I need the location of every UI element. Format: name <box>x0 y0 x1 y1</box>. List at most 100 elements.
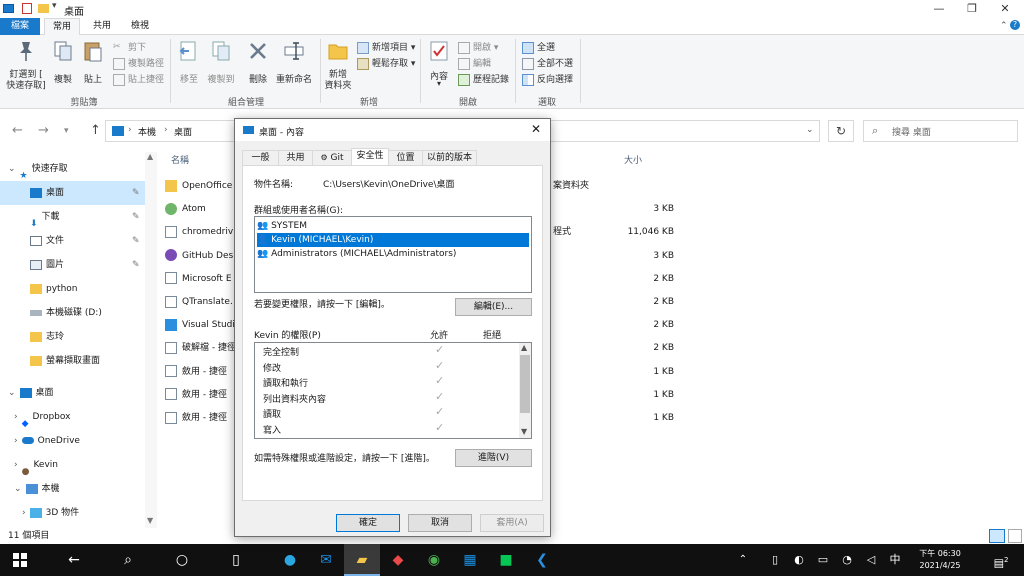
nav-desktop-quick[interactable]: 桌面 ✎ <box>0 181 155 205</box>
mail-icon[interactable]: ✉ <box>308 544 344 576</box>
copy-button[interactable]: 複製 <box>50 39 76 89</box>
history-button[interactable]: 歷程記錄 <box>458 72 509 86</box>
chrome-icon[interactable]: ◉ <box>416 544 452 576</box>
tab-sharing[interactable]: 共用 <box>278 150 313 165</box>
nav-kevin[interactable]: ›●Kevin <box>0 453 155 477</box>
move-to-button[interactable]: 移至 <box>176 39 202 89</box>
cancel-button[interactable]: 取消 <box>408 514 472 532</box>
tab-git[interactable]: ⚙ Git <box>312 150 352 165</box>
properties-button[interactable]: 內容 ▾ <box>426 39 452 93</box>
pin-quick-access-button[interactable]: 釘選到 [ 快速存取] <box>4 39 48 95</box>
copy-to-button[interactable]: 複製到 <box>205 39 237 89</box>
cortana-icon[interactable]: ○ <box>164 544 200 576</box>
edge-icon[interactable]: ● <box>272 544 308 576</box>
nav-zhiling[interactable]: 志玲 <box>0 325 155 349</box>
nav-onedrive[interactable]: › OneDrive <box>0 429 155 453</box>
vscode-icon[interactable]: ❮ <box>524 544 560 576</box>
tab-file[interactable]: 檔案 <box>0 18 40 35</box>
line-icon[interactable]: ■ <box>488 544 524 576</box>
select-all-button[interactable]: 全選 <box>522 40 555 54</box>
maximize-button[interactable]: ❐ <box>955 0 989 18</box>
dialog-close-button[interactable]: ✕ <box>531 122 541 136</box>
breadcrumb-this-pc[interactable]: 本機 <box>138 125 156 138</box>
user-administrators[interactable]: 👥 Administrators (MICHAEL\Administrators… <box>257 247 529 261</box>
paste-shortcut-button[interactable]: 貼上捷徑 <box>113 72 164 86</box>
up-button[interactable]: ↑ <box>90 123 101 138</box>
tab-previous-versions[interactable]: 以前的版本 <box>422 150 477 165</box>
ribbon-collapse-icon[interactable]: ⌃ <box>1000 21 1008 31</box>
ok-button[interactable]: 確定 <box>336 514 400 532</box>
nav-pictures[interactable]: 圖片 ✎ <box>0 253 155 277</box>
tab-location[interactable]: 位置 <box>388 150 423 165</box>
tray-app-icon[interactable]: ◐ <box>788 544 810 576</box>
nav-dropbox[interactable]: ›◆Dropbox <box>0 405 155 429</box>
nav-scrollbar[interactable]: ▲ ▼ <box>145 152 157 528</box>
new-folder-button[interactable]: 新增 資料夾 <box>322 39 354 93</box>
breadcrumb-desktop[interactable]: 桌面 <box>174 125 192 138</box>
delete-button[interactable]: 刪除 <box>245 39 271 89</box>
user-kevin[interactable]: 👤 Kevin (MICHAEL\Kevin) <box>257 233 529 247</box>
battery-icon[interactable]: ▭ <box>812 544 834 576</box>
details-view-button[interactable] <box>989 529 1005 543</box>
user-list[interactable]: 👥 SYSTEM 👤 Kevin (MICHAEL\Kevin) 👥 Admin… <box>254 216 532 293</box>
recent-locations-button[interactable]: ▾ <box>64 126 69 136</box>
nav-downloads[interactable]: ⬇下載 ✎ <box>0 205 155 229</box>
minimize-button[interactable]: — <box>922 0 956 18</box>
search-icon[interactable]: ⌕ <box>110 544 146 576</box>
help-icon[interactable]: ? <box>1010 20 1020 30</box>
nav-screenshots[interactable]: 螢幕擷取畫面 <box>0 349 155 373</box>
select-none-button[interactable]: 全部不選 <box>522 56 573 70</box>
phone-icon[interactable]: ▯ <box>764 544 786 576</box>
nav-this-pc[interactable]: ⌄ 本機 <box>0 477 155 501</box>
paste-button[interactable]: 貼上 <box>80 39 106 89</box>
calendar-icon[interactable]: ▦ <box>452 544 488 576</box>
nav-documents[interactable]: 文件 ✎ <box>0 229 155 253</box>
scroll-thumb[interactable] <box>520 355 530 413</box>
copy-path-button[interactable]: 複製路徑 <box>113 56 164 70</box>
column-header-size[interactable]: 大小 <box>624 153 642 166</box>
tab-share[interactable]: 共用 <box>84 18 120 35</box>
ime-indicator[interactable]: 中 <box>884 544 906 576</box>
quick-access-dropdown-icon[interactable]: ▾ <box>52 1 57 11</box>
nav-desktop-root[interactable]: ⌄ 桌面 <box>0 381 155 405</box>
nav-3d-objects[interactable]: › 3D 物件 <box>0 501 155 525</box>
cut-button[interactable]: ✂ 剪下 <box>113 40 146 54</box>
rename-button[interactable]: 重新命名 <box>274 39 314 89</box>
start-button[interactable] <box>2 544 38 576</box>
volume-icon[interactable]: ◁ <box>860 544 882 576</box>
network-icon[interactable]: ◔ <box>836 544 858 576</box>
user-system[interactable]: 👥 SYSTEM <box>257 219 529 233</box>
nav-python[interactable]: python <box>0 277 155 301</box>
search-box[interactable]: ⌕ 搜尋 桌面 <box>863 120 1018 142</box>
file-explorer-icon[interactable]: ▰ <box>344 544 380 576</box>
nav-local-disk-d[interactable]: 本機磁碟 (D:) <box>0 301 155 325</box>
tray-overflow-icon[interactable]: ⌃ <box>734 544 752 576</box>
back-button[interactable]: ← <box>12 123 23 138</box>
notification-center-icon[interactable]: ▤2 <box>984 544 1018 576</box>
tab-home[interactable]: 常用 <box>44 18 80 36</box>
permission-scrollbar[interactable]: ▲ ▼ <box>519 343 531 438</box>
address-dropdown-icon[interactable]: ⌄ <box>806 125 814 135</box>
apply-button[interactable]: 套用(A) <box>480 514 544 532</box>
easy-access-button[interactable]: 輕鬆存取 ▾ <box>357 56 415 70</box>
close-window-button[interactable]: ✕ <box>988 0 1022 18</box>
column-header-name[interactable]: 名稱 <box>171 153 189 166</box>
refresh-button[interactable]: ↻ <box>828 120 854 142</box>
invert-selection-button[interactable]: 反向選擇 <box>522 72 573 86</box>
large-icons-view-button[interactable] <box>1008 529 1022 543</box>
app-icon[interactable]: ◆ <box>380 544 416 576</box>
new-folder-quick-icon[interactable] <box>38 4 49 13</box>
tab-view[interactable]: 檢視 <box>122 18 158 35</box>
task-view-icon[interactable]: ▯ <box>218 544 254 576</box>
open-button[interactable]: 開啟 ▾ <box>458 40 498 54</box>
edit-permissions-button[interactable]: 編輯(E)... <box>455 298 532 316</box>
advanced-button[interactable]: 進階(V) <box>455 449 532 467</box>
properties-quick-icon[interactable] <box>22 3 32 14</box>
edit-button[interactable]: 編輯 <box>458 56 491 70</box>
clock[interactable]: 下午 06:30 2021/4/25 <box>907 548 973 570</box>
new-item-button[interactable]: 新增項目 ▾ <box>357 40 415 54</box>
nav-quick-access[interactable]: ⌄★快速存取 <box>0 157 155 181</box>
tab-security[interactable]: 安全性 <box>351 148 389 166</box>
back-icon[interactable]: ← <box>56 544 92 576</box>
tab-general[interactable]: 一般 <box>242 150 279 165</box>
